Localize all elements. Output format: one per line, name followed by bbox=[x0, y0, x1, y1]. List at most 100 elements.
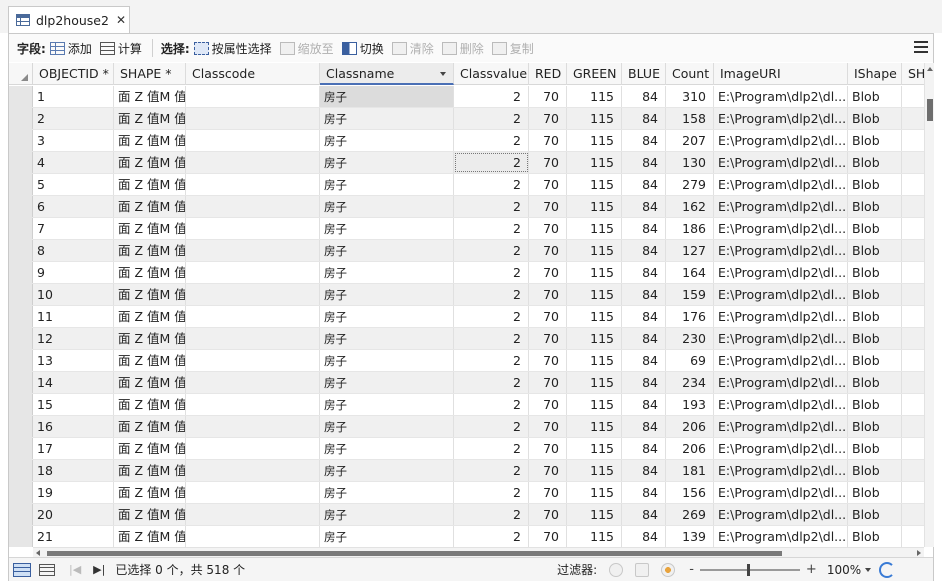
cell-green[interactable]: 115 bbox=[567, 306, 622, 327]
table-row[interactable]: 12 面 Z 值M 值 房子 2 70 115 84 230 E:\Program\dlp2\d… bbox=[9, 328, 924, 350]
cell-objectid[interactable]: 11 bbox=[33, 306, 114, 327]
cell-classcode[interactable] bbox=[186, 306, 320, 327]
cell-imageuri[interactable]: E:\Program\dlp2\dl... bbox=[714, 526, 848, 547]
cell-ishape[interactable]: Blob bbox=[848, 240, 902, 261]
cell-objectid[interactable]: 5 bbox=[33, 174, 114, 195]
cell-classname[interactable]: 房子 bbox=[320, 416, 454, 437]
cell-objectid[interactable]: 4 bbox=[33, 152, 114, 173]
cell-imageuri[interactable]: E:\Program\dlp2\dl... bbox=[714, 262, 848, 283]
cell-sh[interactable] bbox=[902, 328, 924, 349]
column-header-sh[interactable]: SH bbox=[902, 63, 924, 85]
column-header-objectid[interactable]: OBJECTID * bbox=[33, 63, 114, 85]
show-selected-records-icon[interactable] bbox=[39, 563, 55, 576]
row-selector[interactable] bbox=[9, 108, 33, 129]
cell-red[interactable]: 70 bbox=[529, 130, 567, 151]
cell-sh[interactable] bbox=[902, 196, 924, 217]
cell-green[interactable]: 115 bbox=[567, 262, 622, 283]
cell-classcode[interactable] bbox=[186, 174, 320, 195]
copy-button[interactable]: 复制 bbox=[491, 40, 534, 57]
cell-classvalue[interactable]: 2 bbox=[454, 394, 529, 415]
cell-green[interactable]: 115 bbox=[567, 504, 622, 525]
cell-classcode[interactable] bbox=[186, 482, 320, 503]
cell-classcode[interactable] bbox=[186, 240, 320, 261]
scroll-up-icon[interactable] bbox=[927, 67, 933, 71]
cell-count[interactable]: 127 bbox=[666, 240, 714, 261]
cell-red[interactable]: 70 bbox=[529, 328, 567, 349]
cell-count[interactable]: 207 bbox=[666, 130, 714, 151]
scroll-right-icon[interactable] bbox=[917, 550, 921, 556]
cell-objectid[interactable]: 6 bbox=[33, 196, 114, 217]
column-header-count[interactable]: Count bbox=[666, 63, 714, 85]
delete-button[interactable]: 删除 bbox=[441, 40, 484, 57]
cell-classname[interactable]: 房子 bbox=[320, 350, 454, 371]
cell-sh[interactable] bbox=[902, 130, 924, 151]
cell-shape[interactable]: 面 Z 值M 值 bbox=[114, 438, 186, 459]
cell-imageuri[interactable]: E:\Program\dlp2\dl... bbox=[714, 328, 848, 349]
cell-classname[interactable]: 房子 bbox=[320, 174, 454, 195]
cell-imageuri[interactable]: E:\Program\dlp2\dl... bbox=[714, 196, 848, 217]
cell-ishape[interactable]: Blob bbox=[848, 416, 902, 437]
cell-red[interactable]: 70 bbox=[529, 240, 567, 261]
cell-classvalue[interactable]: 2 bbox=[454, 306, 529, 327]
cell-classcode[interactable] bbox=[186, 328, 320, 349]
cell-red[interactable]: 70 bbox=[529, 350, 567, 371]
cell-blue[interactable]: 84 bbox=[622, 460, 666, 481]
row-selector[interactable] bbox=[9, 218, 33, 239]
cell-sh[interactable] bbox=[902, 438, 924, 459]
close-icon[interactable]: ✕ bbox=[116, 13, 126, 27]
cell-imageuri[interactable]: E:\Program\dlp2\dl... bbox=[714, 240, 848, 261]
cell-shape[interactable]: 面 Z 值M 值 bbox=[114, 504, 186, 525]
cell-classvalue[interactable]: 2 bbox=[454, 262, 529, 283]
cell-objectid[interactable]: 9 bbox=[33, 262, 114, 283]
cell-blue[interactable]: 84 bbox=[622, 394, 666, 415]
cell-sh[interactable] bbox=[902, 174, 924, 195]
cell-objectid[interactable]: 14 bbox=[33, 372, 114, 393]
cell-green[interactable]: 115 bbox=[567, 438, 622, 459]
cell-red[interactable]: 70 bbox=[529, 174, 567, 195]
cell-classvalue[interactable]: 2 bbox=[454, 174, 529, 195]
cell-classcode[interactable] bbox=[186, 86, 320, 107]
select-all-corner[interactable] bbox=[9, 63, 33, 85]
cell-shape[interactable]: 面 Z 值M 值 bbox=[114, 86, 186, 107]
row-selector[interactable] bbox=[9, 328, 33, 349]
cell-classvalue[interactable]: 2 bbox=[454, 350, 529, 371]
cell-blue[interactable]: 84 bbox=[622, 526, 666, 547]
cell-imageuri[interactable]: E:\Program\dlp2\dl... bbox=[714, 174, 848, 195]
cell-ishape[interactable]: Blob bbox=[848, 130, 902, 151]
table-row[interactable]: 8面 Z 值M 值 房子 2 70 115 84 127 E:\Program\dlp2\dl… bbox=[9, 240, 924, 262]
cell-count[interactable]: 193 bbox=[666, 394, 714, 415]
cell-red[interactable]: 70 bbox=[529, 460, 567, 481]
cell-imageuri[interactable]: E:\Program\dlp2\dl... bbox=[714, 284, 848, 305]
cell-ishape[interactable]: Blob bbox=[848, 262, 902, 283]
row-selector[interactable] bbox=[9, 438, 33, 459]
row-selector[interactable] bbox=[9, 372, 33, 393]
cell-classname[interactable]: 房子 bbox=[320, 262, 454, 283]
cell-green[interactable]: 115 bbox=[567, 240, 622, 261]
cell-objectid[interactable]: 21 bbox=[33, 526, 114, 547]
column-header-ishape[interactable]: IShape bbox=[848, 63, 902, 85]
cell-classvalue[interactable]: 2 bbox=[454, 526, 529, 547]
cell-shape[interactable]: 面 Z 值M 值 bbox=[114, 306, 186, 327]
cell-ishape[interactable]: Blob bbox=[848, 306, 902, 327]
cell-imageuri[interactable]: E:\Program\dlp2\dl... bbox=[714, 218, 848, 239]
cell-count[interactable]: 186 bbox=[666, 218, 714, 239]
cell-green[interactable]: 115 bbox=[567, 174, 622, 195]
cell-ishape[interactable]: Blob bbox=[848, 218, 902, 239]
cell-blue[interactable]: 84 bbox=[622, 328, 666, 349]
sort-dropdown-icon[interactable] bbox=[440, 72, 446, 76]
table-row[interactable]: 3面 Z 值M 值 房子 2 70 115 84 207 E:\Program\dlp2\dl… bbox=[9, 130, 924, 152]
cell-imageuri[interactable]: E:\Program\dlp2\dl... bbox=[714, 504, 848, 525]
cell-imageuri[interactable]: E:\Program\dlp2\dl... bbox=[714, 306, 848, 327]
calculate-field-button[interactable]: 计算 bbox=[99, 40, 142, 57]
chevron-down-icon[interactable] bbox=[865, 567, 872, 572]
menu-icon[interactable] bbox=[914, 41, 928, 53]
cell-count[interactable]: 69 bbox=[666, 350, 714, 371]
zoom-slider[interactable] bbox=[699, 563, 800, 576]
cell-red[interactable]: 70 bbox=[529, 438, 567, 459]
cell-sh[interactable] bbox=[902, 504, 924, 525]
cell-shape[interactable]: 面 Z 值M 值 bbox=[114, 372, 186, 393]
cell-classcode[interactable] bbox=[186, 196, 320, 217]
cell-classname[interactable]: 房子 bbox=[320, 130, 454, 151]
cell-red[interactable]: 70 bbox=[529, 372, 567, 393]
cell-green[interactable]: 115 bbox=[567, 482, 622, 503]
